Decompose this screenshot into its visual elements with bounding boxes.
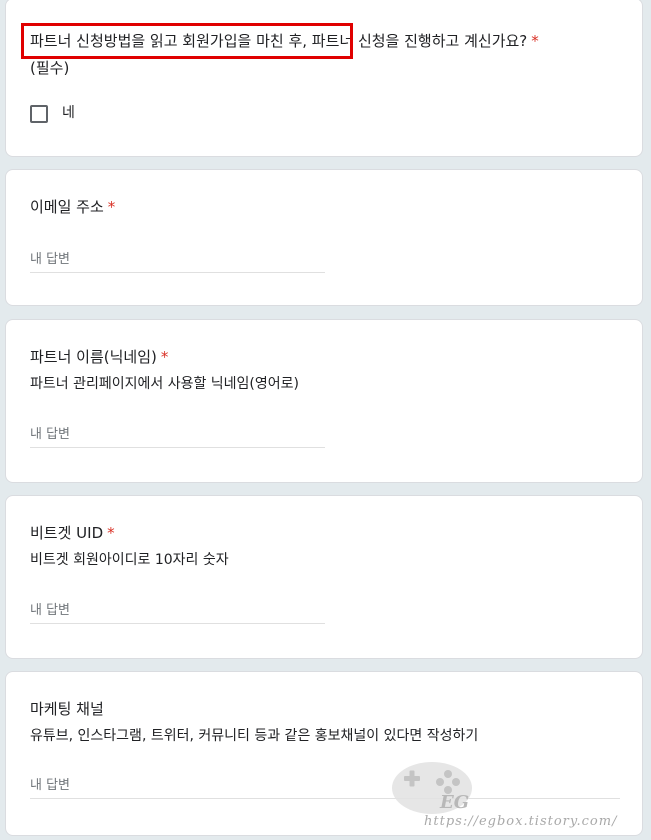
checkbox-yes-label[interactable]: 네 bbox=[62, 103, 75, 123]
required-asterisk: * bbox=[531, 32, 539, 50]
question-title: 파트너 이름(닉네임) * bbox=[30, 347, 168, 367]
title-text: 이메일 주소 bbox=[30, 198, 104, 216]
uid-answer-input[interactable] bbox=[30, 598, 325, 624]
required-asterisk: * bbox=[107, 524, 115, 542]
checkbox-yes[interactable] bbox=[30, 105, 48, 123]
question-card-bitget-uid: 비트겟 UID * 비트겟 회원아이디로 10자리 숫자 bbox=[5, 495, 643, 659]
question-card-marketing-channel: 마케팅 채널 유튜브, 인스타그램, 트위터, 커뮤니티 등과 같은 홍보채널이… bbox=[5, 671, 643, 836]
question-description: 유튜브, 인스타그램, 트위터, 커뮤니티 등과 같은 홍보채널이 있다면 작성… bbox=[30, 728, 479, 744]
question-title: 비트겟 UID * bbox=[30, 523, 115, 543]
question-title-line2: (필수) bbox=[30, 59, 70, 77]
question-description: 파트너 관리페이지에서 사용할 닉네임(영어로) bbox=[30, 376, 299, 392]
red-highlight-box bbox=[21, 23, 353, 59]
marketing-channel-answer-input[interactable] bbox=[30, 773, 620, 799]
question-card-email: 이메일 주소 * bbox=[5, 169, 643, 306]
title-text: 파트너 이름(닉네임) bbox=[30, 348, 157, 366]
partner-name-answer-input[interactable] bbox=[30, 422, 325, 448]
question-title: 이메일 주소 * bbox=[30, 197, 115, 217]
question-title: 마케팅 채널 bbox=[30, 700, 104, 718]
email-answer-input[interactable] bbox=[30, 247, 325, 273]
title-text: 비트겟 UID bbox=[30, 524, 104, 542]
question-card-partner-name: 파트너 이름(닉네임) * 파트너 관리페이지에서 사용할 닉네임(영어로) bbox=[5, 319, 643, 483]
required-asterisk: * bbox=[160, 348, 169, 366]
question-description: 비트겟 회원아이디로 10자리 숫자 bbox=[30, 552, 229, 568]
required-asterisk: * bbox=[107, 198, 116, 216]
